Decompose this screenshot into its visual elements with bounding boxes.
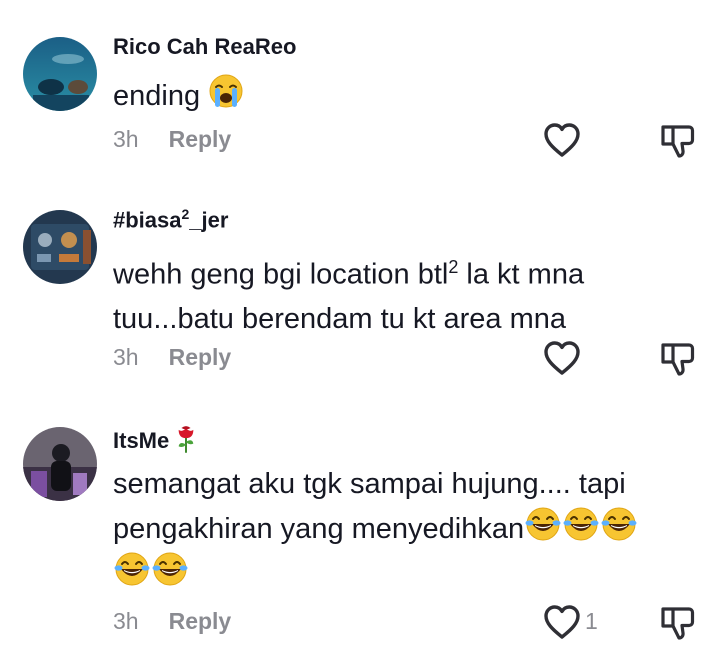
comment-meta: 3h Reply — [113, 126, 231, 153]
comment-text-line: semangat aku tgk sampai hujung.... tapi — [113, 468, 626, 500]
heart-outline-icon[interactable] — [543, 122, 581, 158]
comment-username[interactable]: #biasa2_jer — [113, 206, 228, 233]
thumbs-down-icon[interactable] — [660, 605, 696, 641]
tears-of-joy-emoji-icon — [600, 506, 638, 542]
comment-text-line — [113, 551, 693, 596]
comment-text-line: tuu...batu berendam tu kt area mna — [113, 302, 566, 335]
comment-text: semangat aku tgk sampai hujung.... tapi … — [113, 462, 693, 596]
crying-face-emoji-icon — [208, 73, 244, 109]
comment-text-part: wehh geng bgi location btl — [113, 258, 449, 291]
comment-text-part: la kt mna — [458, 258, 585, 291]
comment-timestamp: 3h — [113, 344, 139, 370]
like-count: 1 — [585, 608, 598, 634]
comment-text-line: wehh geng bgi location btl2 la kt mna — [113, 245, 693, 297]
reply-button[interactable]: Reply — [169, 126, 232, 152]
rose-emoji-icon — [175, 424, 197, 454]
comment-meta: 3h Reply — [113, 344, 231, 371]
reply-button[interactable]: Reply — [169, 344, 232, 370]
heart-outline-icon[interactable] — [543, 604, 581, 640]
avatar[interactable] — [23, 37, 97, 111]
avatar[interactable] — [23, 210, 97, 284]
tears-of-joy-emoji-icon — [151, 551, 189, 587]
comment-text: wehh geng bgi location btl2 la kt mna tu… — [113, 245, 693, 341]
avatar[interactable] — [23, 427, 97, 501]
comment-text: ending — [113, 73, 693, 118]
heart-outline-icon[interactable] — [543, 340, 581, 376]
username-part: _jer — [189, 207, 229, 233]
comment-text-line: pengakhiran yang menyedihkan — [113, 506, 693, 551]
comment-username[interactable]: ItsMe — [113, 424, 197, 454]
tears-of-joy-emoji-icon — [562, 506, 600, 542]
comment-meta: 3h Reply — [113, 608, 231, 635]
comment-timestamp: 3h — [113, 126, 139, 152]
comment-text-content: ending — [113, 80, 201, 112]
reply-button[interactable]: Reply — [169, 608, 232, 634]
thumbs-down-icon[interactable] — [660, 341, 696, 377]
comment-timestamp: 3h — [113, 608, 139, 634]
comment-username[interactable]: Rico Cah ReaReo — [113, 34, 296, 60]
tears-of-joy-emoji-icon — [524, 506, 562, 542]
thumbs-down-icon[interactable] — [660, 123, 696, 159]
comment-text-part: pengakhiran yang menyedihkan — [113, 513, 525, 545]
comment-text-superscript: 2 — [448, 257, 459, 277]
username-part: #biasa — [113, 207, 182, 233]
username-text: ItsMe — [113, 428, 170, 453]
tears-of-joy-emoji-icon — [113, 551, 151, 587]
